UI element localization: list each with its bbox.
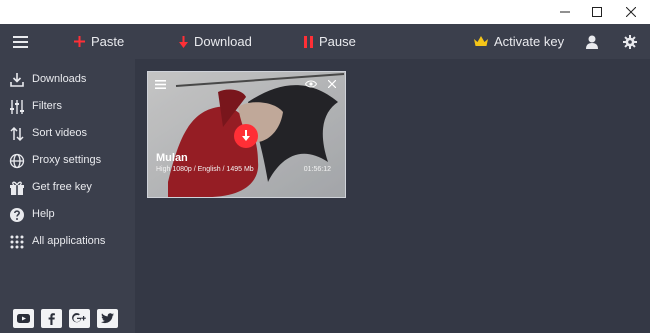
download-tray-icon <box>10 73 24 87</box>
sidebar-item-downloads[interactable]: Downloads <box>0 68 135 92</box>
sidebar-item-filters[interactable]: Filters <box>0 95 135 119</box>
grid-icon <box>10 235 24 249</box>
help-icon <box>10 208 24 222</box>
menu-button[interactable] <box>13 24 28 59</box>
sidebar: Downloads Filters Sort videos Proxy sett… <box>0 59 135 333</box>
google-plus-button[interactable] <box>69 309 90 328</box>
sidebar-item-sort-videos[interactable]: Sort videos <box>0 122 135 146</box>
account-button[interactable] <box>586 24 598 59</box>
video-duration: 01:56:12 <box>303 166 331 173</box>
pause-icon <box>304 35 313 48</box>
close-button[interactable] <box>614 0 648 24</box>
sidebar-item-label: Proxy settings <box>32 154 102 166</box>
video-title: Mulan <box>156 152 188 164</box>
video-list-area: Mulan High 1080p / English / 1495 Mb 01:… <box>135 59 650 333</box>
arrow-down-icon <box>179 35 188 48</box>
maximize-icon <box>592 7 602 17</box>
activate-label: Activate key <box>494 34 565 49</box>
sidebar-item-label: Help <box>32 208 55 220</box>
video-card[interactable]: Mulan High 1080p / English / 1495 Mb 01:… <box>147 71 346 198</box>
gear-icon <box>623 34 637 49</box>
minimize-button[interactable] <box>548 0 582 24</box>
crown-icon <box>474 36 488 46</box>
sidebar-item-label: Downloads <box>32 73 87 85</box>
video-meta: High 1080p / English / 1495 Mb <box>156 166 254 173</box>
pause-label: Pause <box>319 34 356 49</box>
pause-button[interactable]: Pause <box>304 24 356 59</box>
twitter-icon <box>101 313 114 324</box>
google-plus-icon <box>72 313 86 323</box>
card-download-button[interactable] <box>234 124 258 148</box>
sidebar-item-all-applications[interactable]: All applications <box>0 230 135 254</box>
gift-icon <box>10 181 24 195</box>
sidebar-item-get-free-key[interactable]: Get free key <box>0 176 135 200</box>
twitter-button[interactable] <box>97 309 118 328</box>
remove-icon[interactable] <box>328 80 336 88</box>
youtube-icon <box>17 314 30 323</box>
sidebar-item-label: Sort videos <box>32 127 88 139</box>
paste-label: Paste <box>91 34 125 49</box>
facebook-button[interactable] <box>41 309 62 328</box>
plus-icon <box>74 36 85 47</box>
list-icon[interactable] <box>155 80 166 89</box>
arrow-down-icon <box>242 130 250 141</box>
globe-icon <box>9 153 25 169</box>
activate-key-button[interactable]: Activate key <box>474 24 564 59</box>
settings-button[interactable] <box>623 24 637 59</box>
sidebar-item-proxy-settings[interactable]: Proxy settings <box>0 149 135 173</box>
close-icon <box>626 7 636 17</box>
paste-button[interactable]: Paste <box>74 24 124 59</box>
toolbar: Paste Download Pause Activate key <box>0 24 650 59</box>
hamburger-icon <box>13 35 28 48</box>
window-titlebar <box>0 0 650 24</box>
eye-icon[interactable] <box>305 80 317 88</box>
minimize-icon <box>560 11 570 13</box>
download-label: Download <box>194 34 252 49</box>
youtube-button[interactable] <box>13 309 34 328</box>
sidebar-item-label: All applications <box>32 235 106 247</box>
user-icon <box>586 35 598 49</box>
sidebar-item-help[interactable]: Help <box>0 203 135 227</box>
facebook-icon <box>48 313 55 325</box>
download-button[interactable]: Download <box>179 24 252 59</box>
sidebar-item-label: Filters <box>32 100 62 112</box>
sliders-icon <box>10 100 24 114</box>
sort-icon <box>10 126 24 142</box>
sidebar-item-label: Get free key <box>32 181 92 193</box>
maximize-button[interactable] <box>580 0 614 24</box>
